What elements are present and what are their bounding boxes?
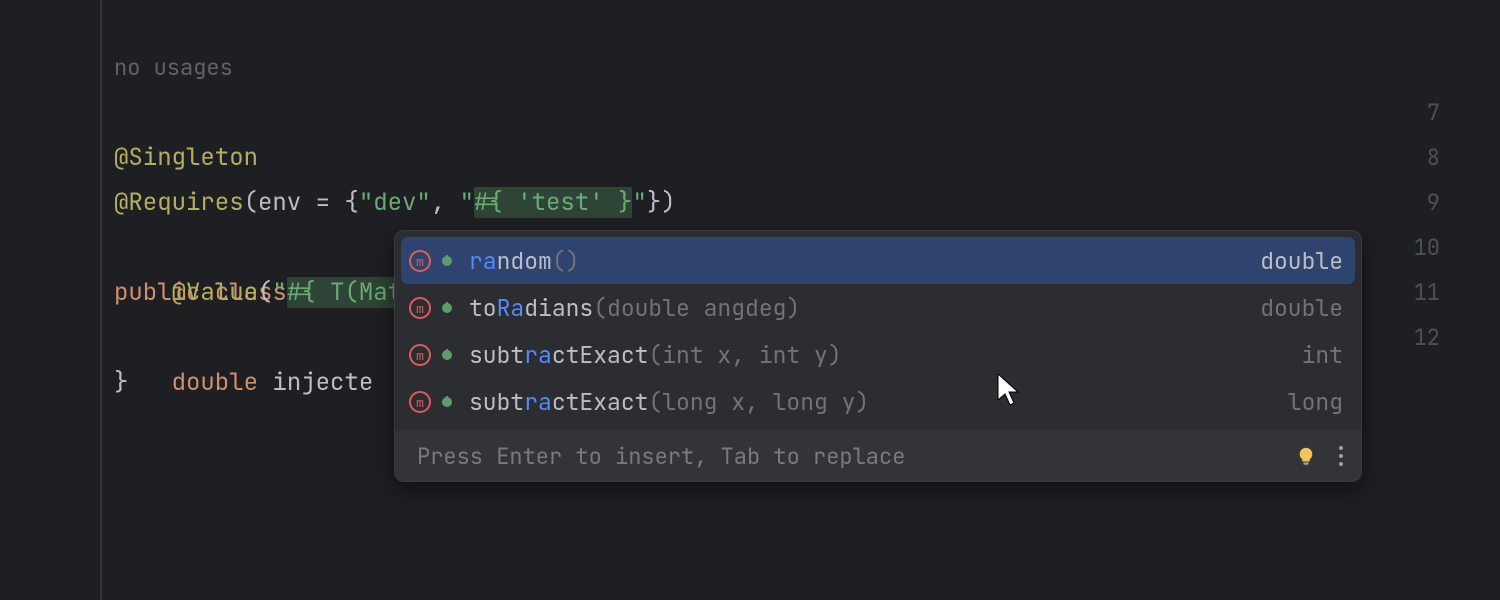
completion-label: toRadians(double angdeg) bbox=[469, 293, 800, 323]
completion-label: random() bbox=[469, 246, 579, 276]
completion-item[interactable]: m subtractExact(long x, long y) long bbox=[395, 378, 1361, 425]
completion-item[interactable]: m subtractExact(int x, int y) int bbox=[395, 331, 1361, 378]
svg-text:m: m bbox=[416, 349, 424, 364]
no-entry-icon[interactable] bbox=[1456, 145, 1482, 171]
completion-type: double bbox=[1260, 293, 1343, 323]
completion-label: subtractExact(long x, long y) bbox=[469, 387, 869, 417]
completion-hint: Press Enter to insert, Tab to replace bbox=[417, 442, 905, 471]
method-icon: m bbox=[409, 250, 431, 272]
completion-label: subtractExact(int x, int y) bbox=[469, 340, 842, 370]
method-icon: m bbox=[409, 297, 431, 319]
visibility-icon bbox=[439, 300, 455, 316]
visibility-icon bbox=[439, 253, 455, 269]
completion-type: long bbox=[1288, 387, 1343, 417]
svg-text:m: m bbox=[416, 302, 424, 317]
line-number: 12 bbox=[1400, 315, 1440, 360]
no-entry-icon[interactable] bbox=[1456, 235, 1482, 261]
completion-item[interactable]: m toRadians(double angdeg) double bbox=[395, 284, 1361, 331]
method-icon: m bbox=[409, 391, 431, 413]
visibility-icon bbox=[439, 347, 455, 363]
svg-text:m: m bbox=[416, 255, 424, 270]
completion-popup[interactable]: m random() double m toRadians(double ang… bbox=[394, 230, 1362, 482]
visibility-icon bbox=[439, 394, 455, 410]
completion-type: double bbox=[1260, 246, 1343, 276]
svg-text:m: m bbox=[416, 396, 424, 411]
completion-footer: Press Enter to insert, Tab to replace bbox=[395, 431, 1361, 481]
method-icon: m bbox=[409, 344, 431, 366]
code-editor[interactable]: no usages 7 @Singleton 8 @Requires(env =… bbox=[0, 0, 1500, 600]
completion-item[interactable]: m random() double bbox=[401, 237, 1355, 284]
more-icon[interactable] bbox=[1335, 442, 1347, 470]
bulb-icon[interactable] bbox=[1295, 445, 1317, 467]
completion-type: int bbox=[1302, 340, 1343, 370]
